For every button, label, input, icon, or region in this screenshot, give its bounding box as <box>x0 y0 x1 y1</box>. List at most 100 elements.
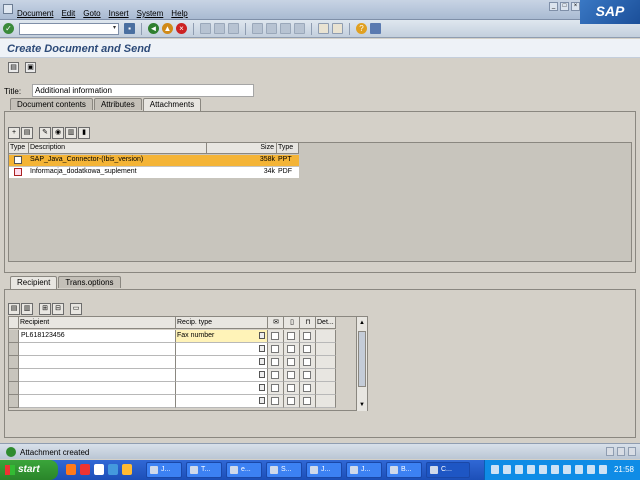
express-checkbox[interactable] <box>268 330 284 343</box>
express-checkbox[interactable] <box>268 382 284 395</box>
tray-icon[interactable] <box>503 465 511 474</box>
save-icon[interactable]: ▪ <box>124 23 135 34</box>
recip-type-input[interactable] <box>176 343 268 356</box>
row-selector[interactable] <box>9 382 19 395</box>
cancel-icon[interactable]: × <box>176 23 187 34</box>
display-icon[interactable]: ◉ <box>52 127 64 139</box>
status-info-icon[interactable] <box>617 447 625 456</box>
tab-attachments[interactable]: Attachments <box>142 98 202 111</box>
last-page-icon[interactable] <box>294 23 305 34</box>
copy-document-icon[interactable]: ▣ <box>25 61 36 73</box>
title-input[interactable] <box>32 84 254 97</box>
value-help-icon[interactable] <box>259 384 265 391</box>
taskbar-button[interactable]: S... <box>266 462 302 478</box>
tray-icon[interactable] <box>527 465 535 474</box>
system-menu-icon[interactable] <box>3 4 13 14</box>
copy-checkbox[interactable] <box>284 395 300 408</box>
details-cell[interactable] <box>316 330 336 343</box>
delete-row-icon[interactable]: ▥ <box>21 303 33 315</box>
back-icon[interactable]: ◄ <box>148 23 159 34</box>
taskbar-button[interactable]: T... <box>186 462 222 478</box>
recipient-input[interactable] <box>19 343 176 356</box>
copy-checkbox[interactable] <box>284 382 300 395</box>
help-icon[interactable]: ? <box>356 23 367 34</box>
previous-page-icon[interactable] <box>266 23 277 34</box>
tab-attributes[interactable]: Attributes <box>93 98 142 110</box>
menu-goto[interactable]: Goto <box>79 9 104 18</box>
next-page-icon[interactable] <box>280 23 291 34</box>
express-checkbox[interactable] <box>268 343 284 356</box>
quicklaunch-icon[interactable] <box>66 464 76 475</box>
command-field[interactable]: ▾ <box>19 22 119 35</box>
import-attachment-icon[interactable]: ▤ <box>21 127 33 139</box>
status-left-arrow-icon[interactable] <box>606 447 614 456</box>
row-selector[interactable] <box>9 343 19 356</box>
close-icon[interactable]: × <box>571 2 580 11</box>
taskbar-button[interactable]: J... <box>306 462 342 478</box>
tray-icon[interactable] <box>575 465 583 474</box>
lock-checkbox[interactable] <box>300 382 316 395</box>
value-help-icon[interactable] <box>259 358 265 365</box>
start-button[interactable]: start <box>0 460 58 480</box>
lock-checkbox[interactable] <box>300 369 316 382</box>
tray-icon[interactable] <box>599 465 607 474</box>
col-description[interactable]: Description <box>29 143 207 153</box>
copy-checkbox[interactable] <box>284 356 300 369</box>
document-properties-icon[interactable]: ▤ <box>8 61 19 73</box>
delete-icon[interactable]: ▮ <box>78 127 90 139</box>
print-icon[interactable] <box>200 23 211 34</box>
exit-icon[interactable]: ▲ <box>162 23 173 34</box>
details-cell[interactable] <box>316 343 336 356</box>
quicklaunch-icon[interactable] <box>80 464 90 475</box>
menu-system[interactable]: System <box>133 9 168 18</box>
copy-checkbox[interactable] <box>284 343 300 356</box>
recipient-input[interactable] <box>19 356 176 369</box>
details-cell[interactable] <box>316 356 336 369</box>
insert-row-icon[interactable]: ▤ <box>8 303 20 315</box>
menu-edit[interactable]: Edit <box>57 9 79 18</box>
create-attachment-icon[interactable]: + <box>8 127 20 139</box>
quicklaunch-icon[interactable] <box>122 464 132 475</box>
enter-icon[interactable]: ✓ <box>3 23 14 34</box>
taskbar-clock[interactable]: 21:58 <box>614 465 634 474</box>
tab-trans-options[interactable]: Trans.options <box>58 276 121 288</box>
new-session-icon[interactable] <box>318 23 329 34</box>
details-cell[interactable] <box>316 369 336 382</box>
express-icon[interactable]: ✉ <box>268 317 284 328</box>
recip-type-input[interactable] <box>176 395 268 408</box>
recipients-scrollbar[interactable]: ▲ ▼ <box>356 317 367 411</box>
menu-insert[interactable]: Insert <box>105 9 133 18</box>
taskbar-button[interactable]: B... <box>386 462 422 478</box>
recipient-input[interactable]: PL618123456 <box>19 330 176 343</box>
taskbar-button[interactable]: J... <box>146 462 182 478</box>
scroll-up-icon[interactable]: ▲ <box>358 319 366 327</box>
table-row[interactable]: SAP_Java_Connector-(Ibis_version) 358k P… <box>9 155 299 166</box>
taskbar-button-active[interactable]: C... <box>426 462 470 478</box>
value-help-icon[interactable] <box>259 397 265 404</box>
details-cell[interactable] <box>316 395 336 408</box>
recipient-input[interactable] <box>19 369 176 382</box>
layout-menu-icon[interactable] <box>370 23 381 34</box>
command-history-icon[interactable]: ▾ <box>113 24 116 31</box>
find-icon[interactable] <box>214 23 225 34</box>
row-selector[interactable] <box>9 369 19 382</box>
table-row[interactable]: Informacja_dodatkowa_suplement 34k PDF <box>9 167 299 178</box>
row-selector[interactable] <box>9 395 19 408</box>
express-checkbox[interactable] <box>268 369 284 382</box>
tab-document-contents[interactable]: Document contents <box>10 98 93 110</box>
distribution-list-icon[interactable]: ⊞ <box>39 303 51 315</box>
edit-icon[interactable]: ✎ <box>39 127 51 139</box>
tray-icon[interactable] <box>551 465 559 474</box>
col-filetype[interactable]: Type <box>277 143 299 153</box>
first-page-icon[interactable] <box>252 23 263 34</box>
col-size[interactable]: Size <box>207 143 277 153</box>
row-selector[interactable] <box>9 356 19 369</box>
address-book-icon[interactable]: ⊟ <box>52 303 64 315</box>
col-type[interactable]: Type <box>9 143 29 153</box>
scroll-thumb[interactable] <box>358 331 366 387</box>
recipient-input[interactable] <box>19 382 176 395</box>
menu-document[interactable]: Document <box>13 9 57 18</box>
tab-recipient[interactable]: Recipient <box>10 276 58 289</box>
shortcut-icon[interactable] <box>332 23 343 34</box>
copy-checkbox[interactable] <box>284 369 300 382</box>
